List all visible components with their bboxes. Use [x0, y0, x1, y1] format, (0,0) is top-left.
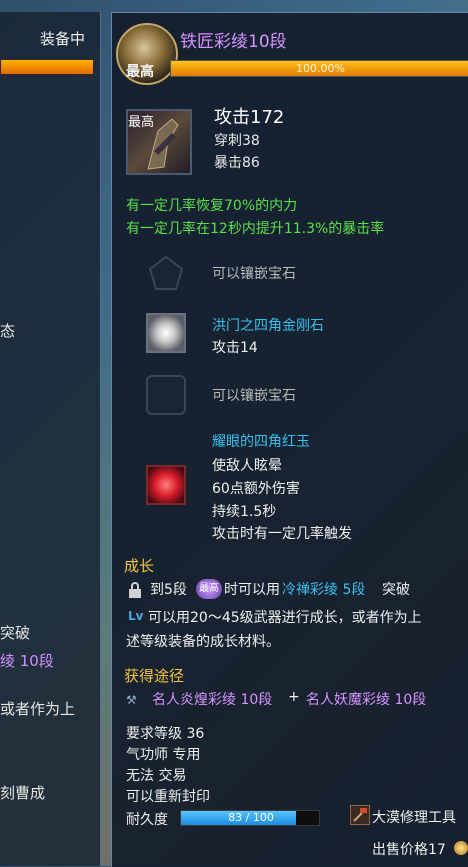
- growth-stage-text: 到5段: [150, 582, 187, 598]
- gem-effect: 攻击时有一定几率触发: [212, 526, 352, 542]
- pentagon-socket-shape: [148, 255, 184, 290]
- hammer-icon: [350, 805, 370, 825]
- growth-stage-text: 时可以用: [224, 582, 280, 598]
- source-section-title: 获得途径: [124, 667, 185, 685]
- durability-label: 耐久度: [126, 812, 168, 828]
- source-item-link[interactable]: 名人妖魔彩绫 10段: [306, 689, 426, 709]
- background-text-fragment: 或者作为上: [0, 700, 76, 718]
- reseal-status: 可以重新封印: [126, 789, 210, 805]
- weapon-grade-label: 最高: [128, 115, 155, 130]
- empty-square-socket-icon[interactable]: [146, 375, 186, 415]
- growth-stage-text: 突破: [382, 582, 410, 598]
- equipped-progress-bar: [0, 59, 94, 75]
- gem-effect: 使敌人眩晕: [212, 458, 282, 474]
- gem-effect: 60点额外伤害: [212, 481, 300, 497]
- level-up-icon: Lv: [128, 609, 144, 623]
- breakthrough-target[interactable]: 冷禅彩绫 5段: [282, 579, 365, 599]
- growth-progress-bar: 100.00%: [170, 60, 468, 77]
- crit-stat: 暴击86: [214, 155, 260, 171]
- gem-name: 耀眼的四角红玉: [212, 434, 310, 450]
- diamond-gem-icon[interactable]: [146, 313, 186, 353]
- background-text-fragment: 刻曹成: [0, 784, 46, 802]
- growth-progress-text: 100.00%: [296, 62, 345, 75]
- sell-price: 出售价格17: [372, 842, 446, 858]
- empty-pentagon-socket-icon[interactable]: [146, 253, 186, 293]
- background-text-fragment: 绫 10段: [0, 652, 54, 670]
- durability-bar: 83 / 100: [180, 810, 320, 826]
- effect-line: 有一定几率恢复70%的内力: [126, 198, 298, 214]
- emblem-grade-label: 最高: [126, 64, 154, 80]
- repair-tool-label: 大漠修理工具: [372, 810, 456, 826]
- max-grade-badge: 最高: [196, 579, 222, 599]
- anvil-icon: ⚒: [126, 693, 137, 707]
- source-item-link[interactable]: 名人炎煌彩绫 10段: [152, 689, 272, 709]
- growth-description: 可以用20～45级武器进行成长，或者作为上: [148, 610, 422, 626]
- background-text-fragment: 突破: [0, 624, 31, 642]
- attack-stat: 攻击172: [214, 107, 285, 128]
- trade-status: 无法 交易: [126, 768, 187, 784]
- socket-empty-text: 可以镶嵌宝石: [212, 266, 296, 282]
- coin-icon: [454, 841, 468, 855]
- gem-name: 洪门之四角金刚石: [212, 318, 324, 334]
- item-tooltip: 最高 铁匠彩绫10段 100.00% 最高 攻击172 穿刺38 暴击86 有一…: [111, 12, 468, 867]
- effect-line: 有一定几率在12秒内提升11.3%的暴击率: [126, 221, 385, 237]
- item-name: 铁匠彩绫10段: [180, 32, 287, 52]
- gem-effect: 持续1.5秒: [212, 504, 277, 520]
- required-level: 要求等级 36: [126, 726, 205, 742]
- background-text-fragment: 态: [0, 322, 16, 340]
- growth-description: 述等级装备的成长材料。: [126, 634, 280, 650]
- pierce-stat: 穿刺38: [214, 133, 260, 149]
- ruby-gem-icon[interactable]: [146, 465, 186, 505]
- durability-text: 83 / 100: [228, 811, 274, 824]
- required-class: 气功师 专用: [126, 747, 201, 763]
- socket-empty-text: 可以镶嵌宝石: [212, 388, 296, 404]
- equipped-label: 装备中: [40, 30, 86, 48]
- lock-icon: [128, 582, 142, 598]
- growth-section-title: 成长: [124, 557, 155, 575]
- inventory-panel: 装备中 态 突破 绫 10段 或者作为上 刻曹成: [0, 12, 101, 866]
- gem-effect: 攻击14: [212, 340, 258, 356]
- source-plus: +: [288, 689, 300, 705]
